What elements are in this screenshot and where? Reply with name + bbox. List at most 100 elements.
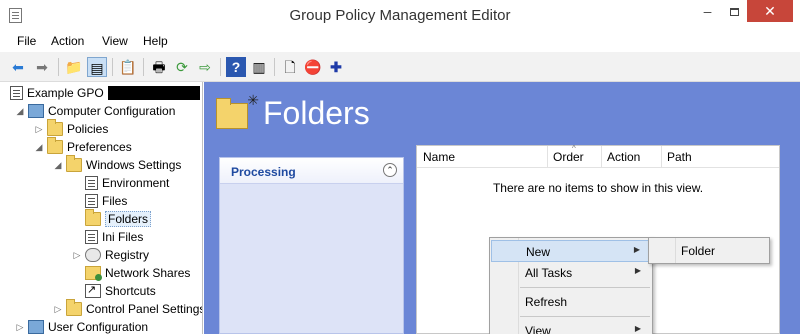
collapsed-icon[interactable]: ▷ <box>33 124 45 135</box>
tree-item-label: Windows Settings <box>86 158 182 172</box>
properties-icon[interactable]: 📋 <box>118 57 138 77</box>
menu-item-label: New <box>526 245 551 259</box>
tree-item-user-configuration[interactable]: ▷ User Configuration <box>14 318 148 334</box>
column-name[interactable]: Name <box>423 150 455 164</box>
menu-item-label: Refresh <box>525 295 568 309</box>
column-order[interactable]: Order <box>553 150 584 164</box>
expanded-icon[interactable]: ◢ <box>33 142 45 153</box>
tree-item-folders[interactable]: Folders <box>83 209 152 228</box>
maximize-icon <box>729 8 739 17</box>
tree-item-label: Computer Configuration <box>48 104 176 118</box>
collapsed-icon[interactable]: ▷ <box>52 304 64 315</box>
column-action[interactable]: Action <box>607 150 640 164</box>
tree-item-root[interactable]: Example GPO <box>8 84 200 102</box>
folder-icon <box>47 119 63 136</box>
submenu-arrow-icon: ▶ <box>634 266 641 275</box>
minimize-button[interactable]: – <box>694 0 721 22</box>
gpo-icon <box>10 86 23 100</box>
tree-item-environment[interactable]: Environment <box>83 174 169 192</box>
print-icon[interactable]: 🖶 <box>149 57 169 77</box>
menu-bar: File Action View Help <box>0 31 800 52</box>
forward-icon[interactable]: ➡ <box>32 57 52 77</box>
new-icon[interactable]: 🗋 <box>280 57 300 77</box>
add-icon[interactable]: ✚ <box>326 57 346 77</box>
menu-gutter <box>675 238 676 263</box>
processing-panel: Processing ⌃ <box>219 157 404 334</box>
page-title: Folders <box>263 95 370 131</box>
tree-item-label: Registry <box>105 248 150 262</box>
console-tree: Example GPO ◢ Computer Configuration ▷ P… <box>0 82 203 334</box>
user-icon <box>28 320 44 334</box>
folder-icon <box>85 209 101 226</box>
submenu-new: Folder <box>648 237 770 264</box>
collapsed-icon[interactable]: ▷ <box>71 250 83 261</box>
menu-item-view[interactable]: View ▶ <box>491 320 651 334</box>
menu-item-refresh[interactable]: Refresh <box>491 291 651 313</box>
refresh-icon[interactable]: ⟳ <box>172 57 192 77</box>
back-icon[interactable]: ⬅ <box>8 57 28 77</box>
network-share-icon <box>85 266 102 281</box>
registry-icon <box>85 248 101 262</box>
folder-icon <box>47 137 63 154</box>
menu-item-label: View <box>525 324 551 334</box>
processing-title: Processing <box>231 165 296 179</box>
column-path[interactable]: Path <box>667 150 692 164</box>
collapse-icon[interactable]: ⌃ <box>383 163 397 177</box>
tree-item-ini-files[interactable]: Ini Files <box>83 228 143 246</box>
tree-item-registry[interactable]: ▷ Registry <box>71 246 149 264</box>
tree-item-shortcuts[interactable]: Shortcuts <box>83 282 156 300</box>
maximize-button[interactable] <box>721 0 747 22</box>
empty-message: There are no items to show in this view. <box>492 181 704 195</box>
tree-item-preferences[interactable]: ◢ Preferences <box>33 137 132 156</box>
files-icon <box>85 194 98 208</box>
tree-item-label: Control Panel Settings <box>86 302 203 316</box>
menu-item-all-tasks[interactable]: All Tasks ▶ <box>491 262 651 284</box>
up-folder-icon[interactable]: 📁 <box>64 57 84 77</box>
tree-item-label: Environment <box>102 176 170 190</box>
tree-item-label: Ini Files <box>102 230 144 244</box>
submenu-arrow-icon: ▶ <box>634 324 641 333</box>
expanded-icon[interactable]: ◢ <box>52 160 64 171</box>
tree-item-control-panel-settings[interactable]: ▷ Control Panel Settings <box>52 299 203 318</box>
show-hide-tree-icon[interactable]: ▤ <box>87 57 107 77</box>
control-panel-icon <box>66 299 82 316</box>
title-bar: Group Policy Management Editor – ✕ <box>0 0 800 31</box>
redacted-block <box>107 86 200 100</box>
tree-item-files[interactable]: Files <box>83 192 127 210</box>
stop-icon[interactable]: ⛔ <box>303 57 323 77</box>
toolbar-separator <box>274 58 275 76</box>
tree-item-computer-configuration[interactable]: ◢ Computer Configuration <box>14 102 175 120</box>
toolbar-separator <box>143 58 144 76</box>
shortcut-icon <box>85 283 101 298</box>
column-divider[interactable] <box>661 146 662 168</box>
tree-item-label: Network Shares <box>105 266 191 280</box>
menu-item-folder[interactable]: Folder <box>681 244 715 258</box>
tree-item-network-shares[interactable]: Network Shares <box>83 264 190 282</box>
environment-icon <box>85 176 98 190</box>
menu-help[interactable]: Help <box>143 34 168 48</box>
toolbar-separator <box>220 58 221 76</box>
tree-item-label: Policies <box>67 122 109 136</box>
menu-action[interactable]: Action <box>51 34 84 48</box>
menu-view[interactable]: View <box>102 34 128 48</box>
menu-item-label: All Tasks <box>525 266 573 280</box>
export-icon[interactable]: ⇨ <box>195 57 215 77</box>
column-divider[interactable] <box>601 146 602 168</box>
tree-item-windows-settings[interactable]: ◢ Windows Settings <box>52 155 182 174</box>
collapsed-icon[interactable]: ▷ <box>14 322 26 333</box>
tree-item-policies[interactable]: ▷ Policies <box>33 119 109 138</box>
toolbar-separator <box>112 58 113 76</box>
processing-header[interactable]: Processing ⌃ <box>220 158 403 184</box>
submenu-arrow-icon: ▶ <box>633 245 640 254</box>
menu-item-new[interactable]: New ▶ <box>491 240 651 262</box>
menu-file[interactable]: File <box>17 34 36 48</box>
help-icon[interactable]: ? <box>226 57 246 77</box>
context-menu: New ▶ All Tasks ▶ Refresh View ▶ <box>489 237 653 334</box>
column-divider[interactable] <box>547 146 548 168</box>
folder-icon <box>66 155 82 172</box>
folder-new-icon <box>216 92 259 129</box>
close-button[interactable]: ✕ <box>747 0 793 22</box>
show-action-pane-icon[interactable]: ▥ <box>249 57 269 77</box>
expanded-icon[interactable]: ◢ <box>14 106 26 117</box>
list-header: Name ^ Order Action Path <box>417 144 779 168</box>
